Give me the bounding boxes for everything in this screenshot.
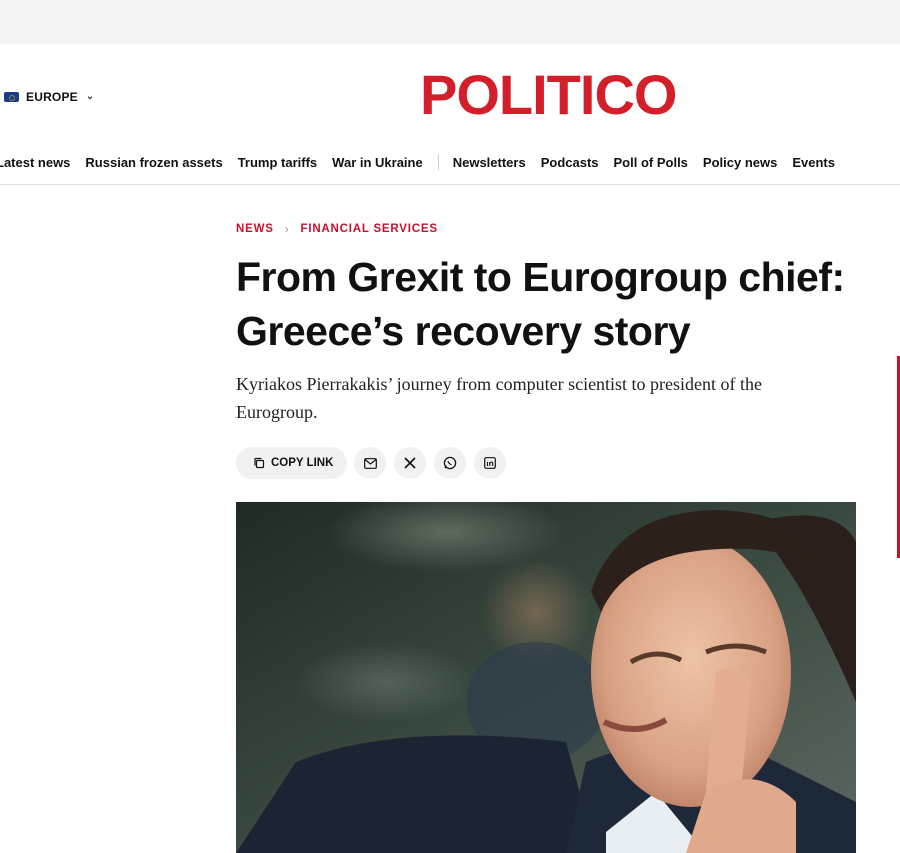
nav-item-policy-news[interactable]: Policy news xyxy=(703,155,777,170)
breadcrumb-financial-services[interactable]: FINANCIAL SERVICES xyxy=(301,223,438,235)
politico-logo[interactable]: POLITICO xyxy=(420,62,677,127)
browser-top-strip xyxy=(0,0,900,44)
main-nav: Latest news Russian frozen assets Trump … xyxy=(0,140,900,185)
region-label: EUROPE xyxy=(26,90,78,104)
mail-icon xyxy=(364,457,377,469)
nav-item-war-in-ukraine[interactable]: War in Ukraine xyxy=(332,155,423,170)
portrait-photo xyxy=(236,502,856,853)
nav-item-newsletters[interactable]: Newsletters xyxy=(453,155,526,170)
share-x-button[interactable] xyxy=(394,447,427,479)
breadcrumb-news[interactable]: NEWS xyxy=(236,223,274,235)
copy-link-label: COPY LINK xyxy=(271,457,334,469)
share-linkedin-button[interactable] xyxy=(474,447,507,479)
x-icon xyxy=(404,457,416,469)
nav-divider xyxy=(437,154,439,170)
nav-item-podcasts[interactable]: Podcasts xyxy=(541,155,599,170)
nav-item-latest-news[interactable]: Latest news xyxy=(0,155,70,170)
share-email-button[interactable] xyxy=(354,447,387,479)
copy-icon xyxy=(254,457,265,469)
article-dek: Kyriakos Pierrakakis’ journey from compu… xyxy=(236,374,763,422)
nav-item-trump-tariffs[interactable]: Trump tariffs xyxy=(238,155,317,170)
share-whatsapp-button[interactable] xyxy=(434,447,467,479)
masthead: EUROPE ⌄ POLITICO xyxy=(0,44,900,140)
nav-item-events[interactable]: Events xyxy=(792,155,835,170)
breadcrumb: NEWS › FINANCIAL SERVICES xyxy=(236,222,438,236)
linkedin-icon xyxy=(484,457,497,469)
copy-link-button[interactable]: COPY LINK xyxy=(236,447,348,479)
chevron-down-icon: ⌄ xyxy=(85,90,95,102)
region-selector[interactable]: EUROPE ⌄ xyxy=(4,90,94,104)
share-bar: COPY LINK xyxy=(236,447,514,479)
chevron-right-icon: › xyxy=(284,222,290,236)
eu-flag-icon xyxy=(4,92,19,102)
nav-item-poll-of-polls[interactable]: Poll of Polls xyxy=(614,155,688,170)
article-hero-photo xyxy=(236,502,856,853)
article-headline: From Grexit to Eurogroup chief: Greece’s… xyxy=(236,254,845,354)
nav-item-russian-frozen-assets[interactable]: Russian frozen assets xyxy=(85,155,222,170)
whatsapp-icon xyxy=(444,456,457,470)
